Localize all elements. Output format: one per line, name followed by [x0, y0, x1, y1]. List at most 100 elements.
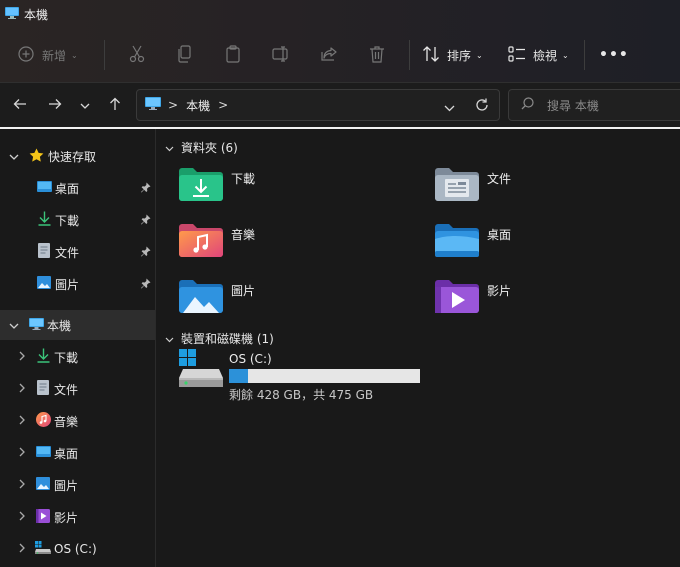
- more-label: •••: [599, 47, 629, 63]
- chevron-right-icon[interactable]: [19, 542, 25, 556]
- sidebar-item-desktop[interactable]: 桌面: [0, 438, 155, 468]
- star-icon: [29, 148, 44, 165]
- forward-button[interactable]: [40, 90, 70, 120]
- sidebar-item-videos[interactable]: 影片: [0, 502, 155, 532]
- share-icon: [321, 46, 337, 65]
- drive-os-c[interactable]: OS (C:) 剩餘 428 GB，共 475 GB: [179, 349, 420, 403]
- sidebar-item-this-pc[interactable]: 本機: [0, 310, 155, 340]
- sidebar-item-label: 桌面: [54, 446, 79, 461]
- windows-drive-icon: [179, 349, 223, 403]
- folder-downloads[interactable]: 下載: [179, 167, 255, 204]
- chevron-right-icon[interactable]: [19, 478, 25, 492]
- chevron-down-icon: ⌄: [562, 50, 569, 60]
- more-options-button[interactable]: •••: [599, 37, 629, 73]
- drive-icon: [35, 541, 51, 557]
- back-button[interactable]: [5, 90, 35, 120]
- sidebar-item-label: 下載: [54, 350, 79, 365]
- folder-desktop[interactable]: 桌面: [435, 223, 511, 260]
- navigation-pane: 快速存取 桌面 下載 文件 圖片 本機 下載 文件 音樂 桌面 圖片 影片 OS…: [0, 129, 156, 567]
- sidebar-item-label: 圖片: [55, 277, 80, 292]
- refresh-icon[interactable]: [475, 98, 489, 115]
- view-label: 檢視: [533, 48, 558, 63]
- sort-button[interactable]: 排序 ⌄: [422, 37, 492, 73]
- sidebar-item-desktop[interactable]: 桌面: [0, 173, 155, 203]
- pin-icon[interactable]: [141, 182, 151, 196]
- sidebar-item-documents[interactable]: 文件: [0, 374, 155, 404]
- computer-icon: [29, 317, 44, 333]
- address-history-icon[interactable]: [444, 101, 455, 115]
- sidebar-item-pictures[interactable]: 圖片: [0, 470, 155, 500]
- sidebar-item-documents[interactable]: 文件: [0, 237, 155, 267]
- folder-documents[interactable]: 文件: [435, 167, 511, 204]
- chevron-down-icon: [80, 98, 90, 112]
- sidebar-item-label: 本機: [47, 318, 72, 333]
- document-icon: [37, 380, 49, 398]
- sidebar-item-quick-access[interactable]: 快速存取: [0, 141, 155, 171]
- search-input[interactable]: 搜尋 本機: [547, 97, 599, 114]
- chevron-down-icon: ⌄: [71, 50, 78, 60]
- desktop-folder-icon: [435, 223, 479, 260]
- picture-icon: [36, 477, 50, 493]
- desktop-icon: [36, 445, 51, 461]
- search-box[interactable]: 搜尋 本機: [508, 89, 680, 121]
- up-button[interactable]: [100, 90, 130, 120]
- download-folder-icon: [179, 167, 223, 204]
- scissors-icon: [129, 45, 145, 66]
- folder-videos[interactable]: 影片: [435, 279, 511, 316]
- sidebar-item-os-drive[interactable]: OS (C:): [0, 534, 155, 564]
- folder-music[interactable]: 音樂: [179, 223, 255, 260]
- pictures-folder-icon: [179, 279, 223, 316]
- cut-button[interactable]: [113, 37, 161, 73]
- share-button[interactable]: [305, 37, 353, 73]
- sidebar-item-label: 桌面: [55, 181, 80, 196]
- pin-icon[interactable]: [141, 246, 151, 260]
- folder-label: 圖片: [231, 284, 256, 298]
- download-icon: [38, 211, 51, 229]
- sidebar-item-label: 影片: [54, 510, 79, 525]
- chevron-right-icon[interactable]: [19, 350, 25, 364]
- chevron-down-icon[interactable]: [165, 141, 174, 155]
- videos-folder-icon: [435, 279, 479, 316]
- chevron-down-icon[interactable]: [165, 332, 174, 346]
- arrow-right-icon: [48, 98, 62, 113]
- sidebar-item-music[interactable]: 音樂: [0, 406, 155, 436]
- folders-group-header[interactable]: 資料夾 (6): [165, 139, 238, 156]
- path-separator[interactable]: >: [168, 98, 178, 112]
- chevron-down-icon[interactable]: [9, 318, 19, 332]
- divider: [104, 40, 105, 70]
- computer-icon: [5, 6, 19, 22]
- chevron-down-icon: ⌄: [476, 50, 483, 60]
- breadcrumb-this-pc[interactable]: 本機: [186, 97, 210, 114]
- music-folder-icon: [179, 223, 223, 260]
- sidebar-item-label: 音樂: [54, 414, 79, 429]
- paste-button[interactable]: [209, 37, 257, 73]
- sidebar-item-downloads[interactable]: 下載: [0, 342, 155, 372]
- pin-icon[interactable]: [141, 278, 151, 292]
- chevron-right-icon[interactable]: [19, 510, 25, 524]
- drives-group-header[interactable]: 裝置和磁碟機 (1): [165, 330, 274, 347]
- sidebar-item-label: 下載: [55, 213, 80, 228]
- sidebar-item-pictures[interactable]: 圖片: [0, 269, 155, 299]
- address-field[interactable]: > 本機 >: [136, 89, 500, 121]
- chevron-right-icon[interactable]: [19, 382, 25, 396]
- search-icon: [521, 97, 534, 113]
- recent-locations-button[interactable]: [70, 90, 100, 120]
- sidebar-item-downloads[interactable]: 下載: [0, 205, 155, 235]
- sidebar-item-label: OS (C:): [54, 542, 97, 556]
- folder-pictures[interactable]: 圖片: [179, 279, 255, 316]
- pin-icon[interactable]: [141, 214, 151, 228]
- new-button[interactable]: 新增 ⌄: [18, 37, 96, 73]
- chevron-down-icon[interactable]: [9, 149, 19, 163]
- view-button[interactable]: 檢視 ⌄: [508, 37, 578, 73]
- picture-icon: [37, 276, 51, 292]
- sort-arrows-icon: [422, 45, 440, 65]
- chevron-right-icon[interactable]: [19, 414, 25, 428]
- rename-button[interactable]: [257, 37, 305, 73]
- desktop-icon: [37, 180, 52, 196]
- chevron-right-icon[interactable]: [19, 446, 25, 460]
- sidebar-item-label: 文件: [55, 245, 80, 260]
- delete-button[interactable]: [353, 37, 401, 73]
- path-separator[interactable]: >: [218, 98, 228, 112]
- copy-button[interactable]: [161, 37, 209, 73]
- download-icon: [37, 348, 50, 366]
